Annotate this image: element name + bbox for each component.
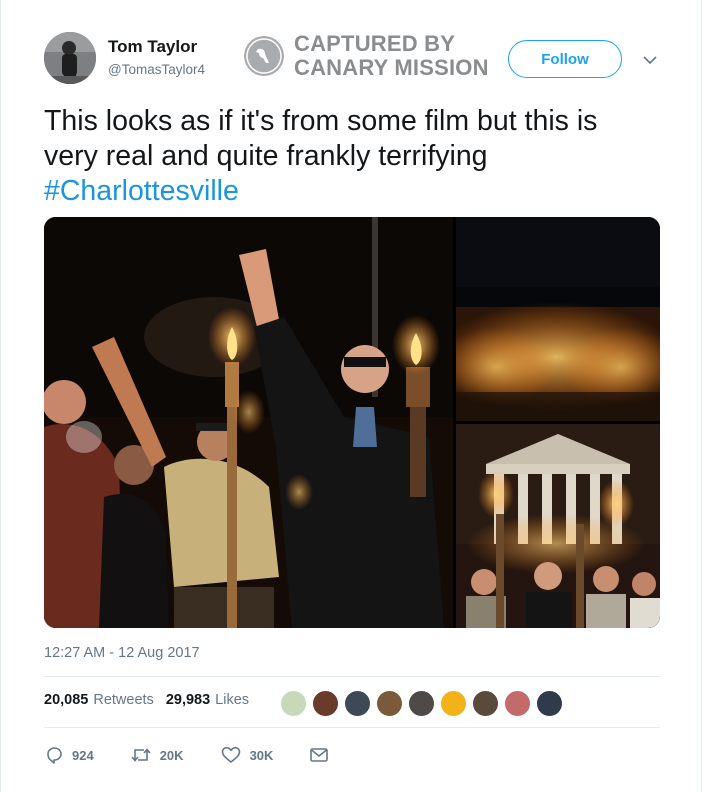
retweets-label[interactable]: Retweets <box>93 692 153 708</box>
photo-crowd-torches[interactable] <box>456 217 660 421</box>
photo-rotunda-marchers[interactable] <box>456 424 660 628</box>
author-handle[interactable]: @TomasTaylor4 <box>108 62 205 77</box>
liker-avatar[interactable] <box>536 690 563 717</box>
liker-avatar[interactable] <box>344 690 371 717</box>
retweet-button[interactable]: 20K <box>130 745 184 765</box>
liker-avatars <box>280 690 568 717</box>
liker-avatar[interactable] <box>440 690 467 717</box>
direct-message-button[interactable] <box>309 746 329 764</box>
heart-icon <box>221 746 240 763</box>
divider <box>44 727 660 728</box>
liker-avatar[interactable] <box>376 690 403 717</box>
likes-count[interactable]: 29,983 <box>166 692 210 708</box>
reply-count: 924 <box>72 747 94 763</box>
liker-avatar[interactable] <box>472 690 499 717</box>
tweet-actions: 924 20K 30K <box>44 744 329 766</box>
liker-avatar[interactable] <box>312 690 339 717</box>
photo-torch-rally-main[interactable] <box>44 217 453 628</box>
divider <box>44 676 660 677</box>
retweet-icon <box>131 748 151 762</box>
tweet-text-line-1: This looks as if it's from some film but… <box>44 105 598 137</box>
message-icon <box>310 748 329 762</box>
tweet-text: This looks as if it's from some film but… <box>44 104 664 209</box>
liker-avatar[interactable] <box>504 690 531 717</box>
media-grid <box>44 217 660 628</box>
bird-icon <box>244 36 284 76</box>
retweet-count: 20K <box>159 747 184 763</box>
like-count: 30K <box>249 747 274 763</box>
reply-button[interactable]: 924 <box>44 745 94 765</box>
like-button[interactable]: 30K <box>220 745 274 765</box>
liker-avatar[interactable] <box>408 690 435 717</box>
watermark-line-1: CAPTURED BY <box>294 31 456 56</box>
reply-icon <box>47 747 62 764</box>
caret-down-icon[interactable] <box>640 50 660 70</box>
liker-avatar[interactable] <box>280 690 307 717</box>
tweet-timestamp[interactable]: 12:27 AM - 12 Aug 2017 <box>44 645 200 661</box>
hashtag-link[interactable]: #Charlottesville <box>44 174 664 209</box>
avatar[interactable] <box>44 32 96 84</box>
canary-mission-watermark: CAPTURED BY CANARY MISSION <box>244 31 489 81</box>
watermark-line-2: CANARY MISSION <box>294 55 489 80</box>
likes-label[interactable]: Likes <box>215 692 249 708</box>
retweets-count[interactable]: 20,085 <box>44 692 88 708</box>
tweet-text-line-2: very real and quite frankly terrifying <box>44 140 488 172</box>
author-name[interactable]: Tom Taylor <box>108 37 197 57</box>
follow-button[interactable]: Follow <box>508 40 622 78</box>
tweet-stats: 20,085 Retweets 29,983 Likes <box>44 692 249 708</box>
